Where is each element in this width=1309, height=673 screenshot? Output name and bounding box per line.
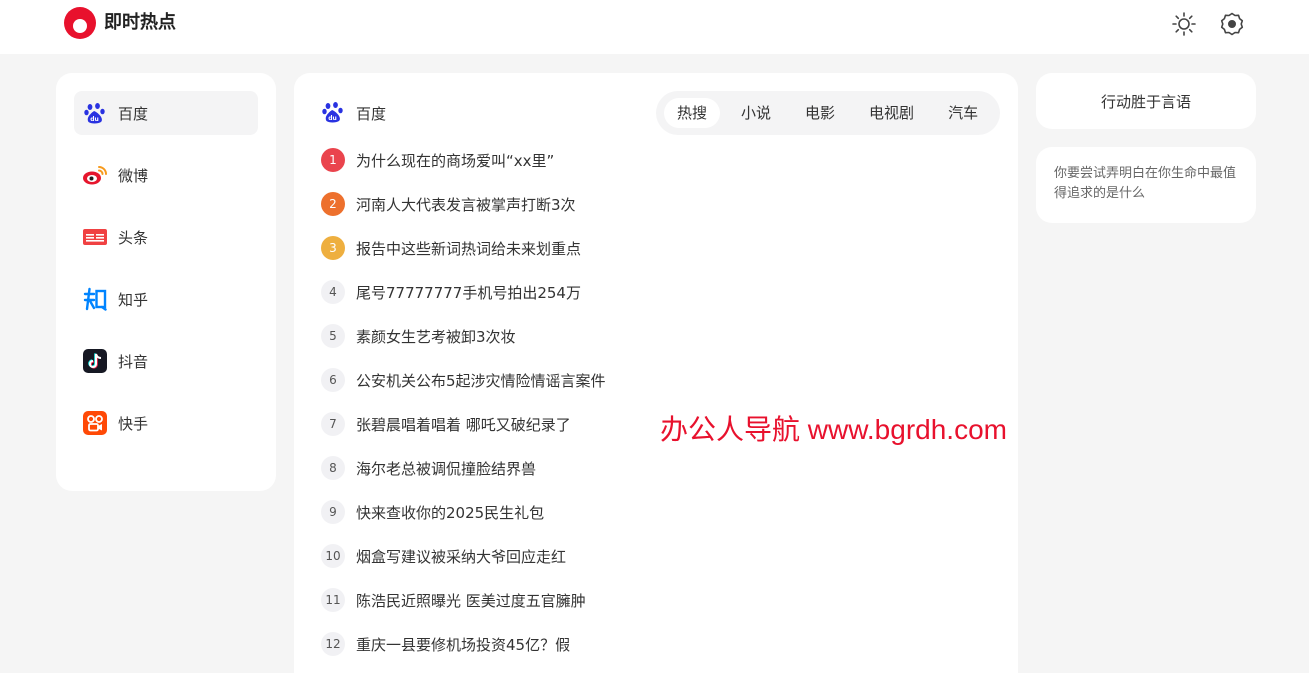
rank-badge: 12	[321, 632, 345, 656]
list-item-title[interactable]: 重庆一县要修机场投资45亿？假	[356, 634, 570, 655]
sidebar-item-label: 抖音	[118, 352, 149, 371]
list-item[interactable]: 6 公安机关公布5起涉灾情险情谣言案件	[321, 365, 961, 395]
douyin-icon	[82, 348, 108, 374]
list-item-title[interactable]: 公安机关公布5起涉灾情险情谣言案件	[356, 370, 606, 391]
rank-badge: 6	[321, 368, 345, 392]
sun-icon[interactable]	[1170, 10, 1198, 38]
list-item[interactable]: 5 素颜女生艺考被卸3次妆	[321, 321, 961, 351]
sidebar-item-label: 知乎	[118, 290, 149, 309]
list-item[interactable]: 10 烟盒写建议被采纳大爷回应走红	[321, 541, 961, 571]
list-item[interactable]: 11 陈浩民近照曝光 医美过度五官臃肿	[321, 585, 961, 615]
list-item[interactable]: 3 报告中这些新词热词给未来划重点	[321, 233, 961, 263]
list-item-title[interactable]: 烟盒写建议被采纳大爷回应走红	[356, 546, 566, 567]
source-title: 百度	[356, 105, 387, 123]
list-item-title[interactable]: 陈浩民近照曝光 医美过度五官臃肿	[356, 590, 586, 611]
sidebar-item-label: 微博	[118, 166, 149, 185]
rank-badge: 2	[321, 192, 345, 216]
tab-car[interactable]: 汽车	[935, 98, 991, 128]
weibo-icon	[82, 162, 108, 188]
list-item[interactable]: 1 为什么现在的商场爱叫“xx里”	[321, 145, 961, 175]
hot-list-panel: du 百度 热搜 小说 电影 电视剧 汽车 1 为什么现在的商场爱叫“xx里” …	[294, 73, 1018, 673]
quote-body-card: 你要尝试弄明白在你生命中最值得追求的是什么	[1036, 147, 1256, 223]
svg-text:du: du	[90, 116, 99, 123]
list-item-title[interactable]: 快来查收你的2025民生礼包	[356, 502, 544, 523]
sidebar-item-kuaishou[interactable]: 快手	[74, 401, 258, 445]
list-item[interactable]: 4 尾号77777777手机号拍出254万	[321, 277, 961, 307]
list-item-title[interactable]: 报告中这些新词热词给未来划重点	[356, 238, 581, 259]
sidebar-item-toutiao[interactable]: 头条	[74, 215, 258, 259]
quote-body: 你要尝试弄明白在你生命中最值得追求的是什么	[1054, 166, 1237, 201]
top-bar: 即时热点	[0, 0, 1309, 54]
list-item-title[interactable]: 尾号77777777手机号拍出254万	[356, 282, 581, 303]
sidebar: du 百度 微博 头条 知乎 抖音 快手	[56, 73, 276, 491]
list-item-title[interactable]: 海尔老总被调侃撞脸结界兽	[356, 458, 536, 479]
sidebar-item-weibo[interactable]: 微博	[74, 153, 258, 197]
rank-badge: 10	[321, 544, 345, 568]
watermark-text: 办公人导航 www.bgrdh.com	[660, 414, 1007, 445]
sidebar-item-douyin[interactable]: 抖音	[74, 339, 258, 383]
rank-badge: 5	[321, 324, 345, 348]
gear-icon[interactable]	[1218, 10, 1246, 38]
sidebar-item-baidu[interactable]: du 百度	[74, 91, 258, 135]
tab-hot-search[interactable]: 热搜	[664, 98, 721, 128]
list-item-title[interactable]: 素颜女生艺考被卸3次妆	[356, 326, 516, 347]
sidebar-item-zhihu[interactable]: 知乎	[74, 277, 258, 321]
record-logo-icon[interactable]	[64, 7, 96, 39]
baidu-paw-icon: du	[82, 100, 108, 126]
list-item-title[interactable]: 张碧晨唱着唱着 哪吒又破纪录了	[356, 414, 571, 435]
svg-text:du: du	[328, 115, 337, 122]
rank-badge: 1	[321, 148, 345, 172]
rank-badge: 7	[321, 412, 345, 436]
toutiao-icon	[82, 224, 108, 250]
app-title[interactable]: 即时热点	[104, 12, 176, 34]
kuaishou-icon	[82, 410, 108, 436]
list-item[interactable]: 2 河南人大代表发言被掌声打断3次	[321, 189, 961, 219]
sidebar-item-label: 快手	[118, 414, 149, 433]
list-item-title[interactable]: 为什么现在的商场爱叫“xx里”	[356, 150, 554, 171]
zhihu-icon	[82, 286, 108, 312]
sidebar-item-label: 百度	[118, 104, 149, 123]
baidu-paw-icon: du	[321, 100, 347, 126]
tab-tv-series[interactable]: 电视剧	[856, 98, 927, 128]
quote-title-card: 行动胜于言语	[1036, 73, 1256, 129]
tab-movie[interactable]: 电影	[792, 98, 848, 128]
rank-badge: 11	[321, 588, 345, 612]
rank-badge: 3	[321, 236, 345, 260]
list-item[interactable]: 8 海尔老总被调侃撞脸结界兽	[321, 453, 961, 483]
list-item[interactable]: 12 重庆一县要修机场投资45亿？假	[321, 629, 961, 659]
rank-badge: 9	[321, 500, 345, 524]
rank-badge: 4	[321, 280, 345, 304]
tab-novel[interactable]: 小说	[728, 98, 784, 128]
category-tabs: 热搜 小说 电影 电视剧 汽车	[656, 91, 1000, 135]
sidebar-item-label: 头条	[118, 228, 149, 247]
list-item-title[interactable]: 河南人大代表发言被掌声打断3次	[356, 194, 576, 215]
list-item[interactable]: 9 快来查收你的2025民生礼包	[321, 497, 961, 527]
quote-title: 行动胜于言语	[1100, 92, 1191, 111]
rank-badge: 8	[321, 456, 345, 480]
